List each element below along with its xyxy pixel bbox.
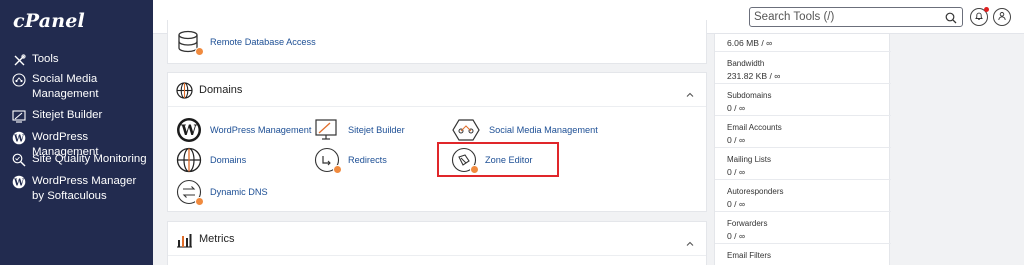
stat-label: Email Accounts xyxy=(727,123,782,132)
database-icon xyxy=(176,29,204,56)
redirects-icon xyxy=(314,147,342,174)
domains-header[interactable]: Domains xyxy=(168,73,706,107)
sidebar-item-label: Sitejet Builder xyxy=(32,109,103,121)
metrics-card: Metrics xyxy=(167,221,707,265)
stat-label: Forwarders xyxy=(727,219,768,228)
tool-label: Remote Database Access xyxy=(210,37,316,47)
tool-remote-database-access[interactable]: Remote Database Access xyxy=(176,29,316,56)
right-gutter xyxy=(891,34,1024,265)
badge-icon xyxy=(195,197,204,206)
tool-label: WordPress Management xyxy=(210,125,312,135)
stat-label: Email Filters xyxy=(727,251,772,260)
stat-value: 0 / ∞ xyxy=(727,231,746,241)
stat-bandwidth: Bandwidth 231.82 KB / ∞ xyxy=(715,51,891,83)
tool-wordpress-management[interactable]: W WordPress Management xyxy=(176,117,311,143)
tool-dynamic-dns[interactable]: Dynamic DNS xyxy=(176,179,268,206)
tool-label: Redirects xyxy=(348,155,387,165)
tool-label: Dynamic DNS xyxy=(210,187,268,197)
globe-icon xyxy=(176,82,193,99)
chevron-up-icon[interactable] xyxy=(686,86,694,97)
tool-social-media-management[interactable]: Social Media Management xyxy=(451,117,598,143)
badge-icon xyxy=(333,165,342,174)
section-title: Domains xyxy=(199,84,243,96)
user-menu-button[interactable] xyxy=(993,8,1011,26)
stat-value: 6.06 MB / ∞ xyxy=(727,38,773,48)
tool-domains[interactable]: Domains xyxy=(176,147,246,173)
tools-icon xyxy=(12,53,26,67)
wordpress-icon: W xyxy=(12,131,26,145)
stat-autoresponders: Autoresponders 0 / ∞ xyxy=(715,179,891,211)
stat-value: 0 / ∞ xyxy=(727,135,746,145)
user-icon xyxy=(997,8,1007,26)
statistics-panel: 6.06 MB / ∞ Bandwidth 231.82 KB / ∞ Subd… xyxy=(714,34,891,265)
stat-label: Subdomains xyxy=(727,91,772,100)
social-media-icon xyxy=(12,73,26,87)
svg-text:W: W xyxy=(13,134,25,144)
sidebar-item-site-quality[interactable]: Site Quality Monitoring xyxy=(12,152,150,167)
stat-label: Mailing Lists xyxy=(727,155,772,164)
tool-label: Domains xyxy=(210,155,247,165)
stat-email-accounts: Email Accounts 0 / ∞ xyxy=(715,115,891,147)
search-input[interactable] xyxy=(754,9,934,25)
stat-value: 0 / ∞ xyxy=(727,167,746,177)
globe-icon xyxy=(176,147,202,173)
stat-label: Bandwidth xyxy=(727,59,765,68)
stat-value: 0 / ∞ xyxy=(727,103,746,113)
sitejet-icon xyxy=(12,109,26,123)
bar-chart-icon xyxy=(176,231,193,248)
sidebar-item-sitejet[interactable]: Sitejet Builder xyxy=(12,108,150,123)
social-media-icon xyxy=(451,117,481,143)
tool-label: Sitejet Builder xyxy=(348,125,405,135)
wordpress-icon: W xyxy=(12,175,26,189)
cpanel-logo[interactable]: cPanel xyxy=(13,10,85,32)
sidebar-item-social-media[interactable]: Social Media Management xyxy=(12,72,150,102)
svg-text:W: W xyxy=(13,178,25,188)
search-icon[interactable] xyxy=(945,11,957,24)
stat-forwarders: Forwarders 0 / ∞ xyxy=(715,211,891,243)
notifications-button[interactable] xyxy=(970,7,989,26)
badge-icon xyxy=(195,47,204,56)
sidebar-item-tools[interactable]: Tools xyxy=(12,52,150,67)
sidebar-item-label: Site Quality Monitoring xyxy=(32,153,147,165)
tool-sitejet-builder[interactable]: Sitejet Builder xyxy=(314,117,405,143)
search-box[interactable] xyxy=(749,7,963,27)
sidebar-item-label: Tools xyxy=(32,53,59,65)
svg-text:W: W xyxy=(180,123,197,139)
stat-subdomains: Subdomains 0 / ∞ xyxy=(715,83,891,115)
sidebar-item-wp-manager[interactable]: W WordPress Manager by Softaculous xyxy=(12,174,150,204)
sidebar-item-label: Social Media Management xyxy=(32,73,99,100)
stat-value: 0 / ∞ xyxy=(727,199,746,209)
dynamic-dns-icon xyxy=(176,179,204,206)
section-title: Metrics xyxy=(199,233,235,245)
highlight-box xyxy=(437,142,559,177)
wordpress-icon: W xyxy=(176,117,202,143)
metrics-header[interactable]: Metrics xyxy=(168,222,706,256)
database-card: Remote Database Access xyxy=(167,20,707,64)
sitejet-icon xyxy=(314,117,340,143)
bell-icon xyxy=(974,8,984,26)
stat-label: Autoresponders xyxy=(727,187,784,196)
chevron-up-icon[interactable] xyxy=(686,235,694,246)
sidebar-item-label: WordPress Manager by Softaculous xyxy=(32,175,137,202)
notification-dot xyxy=(984,7,989,12)
sidebar: cPanel Tools Social Media Management Sit… xyxy=(0,0,153,265)
tool-redirects[interactable]: Redirects xyxy=(314,147,387,174)
tool-label: Social Media Management xyxy=(489,125,598,135)
magnifier-icon xyxy=(12,153,26,167)
stat-value: 231.82 KB / ∞ xyxy=(727,71,781,81)
stat-email-filters: Email Filters xyxy=(715,243,891,265)
stat-mailing-lists: Mailing Lists 0 / ∞ xyxy=(715,147,891,179)
